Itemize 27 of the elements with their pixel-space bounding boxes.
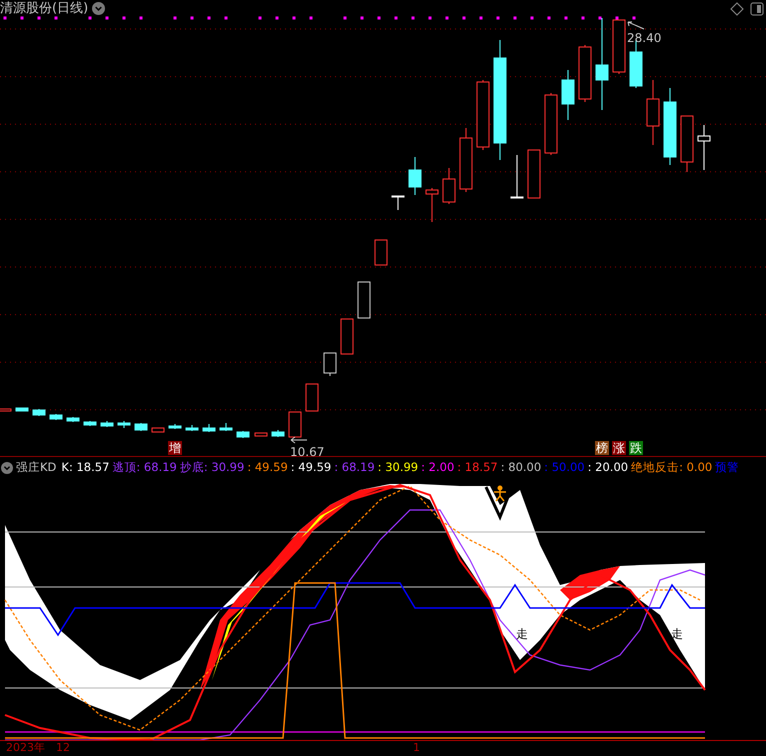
signal-marker: 跌 [629, 441, 643, 455]
price-label: 28.40 [627, 21, 662, 45]
indicator-value: : 30.99 [378, 458, 418, 476]
indicator-value: : 20.00 [588, 458, 628, 476]
indicator-value: : 50.00 [544, 458, 585, 476]
signal-marker: 涨 [612, 441, 626, 455]
indicator-value: 绝地反击: 0.00 [631, 458, 712, 476]
chart-label: 走 [671, 627, 683, 641]
price-label: 10.67 [290, 435, 324, 459]
signal-marker: 榜 [595, 441, 609, 455]
indicator-name[interactable]: 强庄KD [16, 458, 56, 476]
date-label: 2023年 [6, 741, 45, 755]
indicator-value: : 49.59 [290, 458, 332, 476]
indicator-value: : 2.00 [421, 458, 454, 476]
indicator-value: : 68.19 [334, 458, 375, 476]
indicator-value: 逃顶: 68.19 [112, 458, 177, 476]
chart-label: 走 [516, 627, 528, 641]
indicator-value: K: 18.57 [61, 458, 110, 476]
indicator-value: 预警 [715, 458, 740, 476]
date-label: 1 [413, 741, 420, 755]
chart-title: 清源股份(日线) [0, 0, 88, 17]
indicator-value: : 18.57 [457, 458, 498, 476]
signal-marker: 增 [168, 441, 182, 455]
indicator-value: 抄底: 30.99 [180, 458, 244, 476]
date-label: 12 [56, 741, 70, 755]
indicator-value: : 80.00 [500, 458, 542, 476]
indicator-value: : 49.59 [247, 458, 288, 476]
